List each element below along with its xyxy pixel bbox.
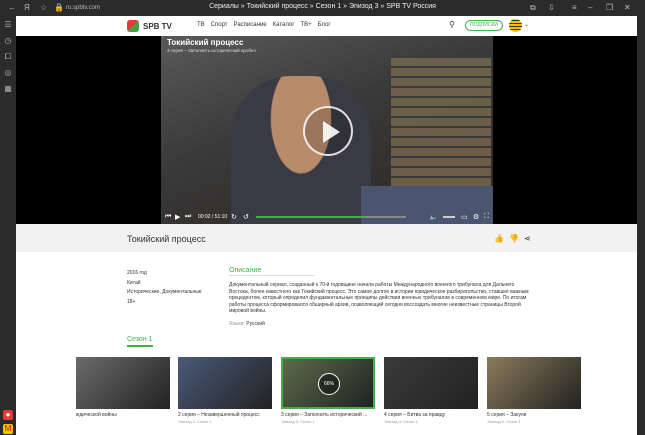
menu-icon[interactable]: ≡ [572,3,577,12]
play-icon[interactable]: ▶ [175,213,180,221]
episode-subtitle: Эпизод 4, Сезон 1 [384,419,418,424]
search-icon[interactable]: ⚲ [449,20,455,29]
language-value: Русский [246,321,265,327]
settings-icon[interactable]: ⚙ [473,213,479,221]
forward-icon[interactable]: ↺ [243,213,249,221]
browser-toolbar: ← Я ☆ 🔒 ru.spbtv.com Сериалы » Токийский… [0,0,645,16]
rewind-icon[interactable]: ⏮ [165,213,171,221]
show-title: Токийский процесс [127,234,206,244]
episode-thumbnail[interactable]: 66% [281,357,375,409]
next-icon[interactable]: ⏭ [185,213,191,221]
volume-slider[interactable] [443,216,455,218]
chevron-down-icon[interactable]: ⌄ [524,21,529,28]
action-icons: 👍 👎 ⋖ [494,234,531,243]
nav-item-blog[interactable]: Блог [318,22,331,28]
episode-title[interactable]: ждической войны [76,412,170,418]
episode-subtitle: Эпизод 5, Сезон 1 [487,419,521,424]
progress-fill [256,216,364,218]
share-icon[interactable]: ⋖ [524,234,531,243]
collections-icon[interactable]: ⧠ [3,52,13,62]
language-row: Языки: Русский [229,321,265,327]
progress-badge: 66% [318,373,340,395]
minimize-icon[interactable]: – [588,3,592,12]
volume-icon[interactable]: 🔈 [429,213,438,221]
fullscreen-icon[interactable]: ⛶ [484,213,489,221]
episode-thumbnail[interactable] [178,357,272,409]
logo-icon[interactable] [127,20,139,32]
replay-icon[interactable]: ↻ [231,213,237,221]
tab-season-1[interactable]: Сезон 1 [127,336,153,343]
bookmark-icon[interactable]: ⧉ [530,3,536,13]
subtitles-icon[interactable]: ▭ [461,213,468,221]
nav-item-sport[interactable]: Спорт [211,22,228,28]
nav-item-tvplus[interactable]: ТВ+ [300,22,311,28]
nav-item-schedule[interactable]: Расписание [234,22,267,28]
episode-card[interactable]: 4 серия – Битва за правду Эпизод 4, Сезон… [384,357,478,424]
calendar-icon[interactable]: ▦ [3,84,13,94]
main-nav: ТВ Спорт Расписание Каталог ТВ+ Блог [197,22,331,28]
page: SPB TV ТВ Спорт Расписание Каталог ТВ+ Б… [16,16,637,435]
app-icon[interactable]: ● [3,410,13,420]
player-controls: ⏮ ▶ ⏭ 00:02 / 51:10 ↻ ↺ 🔈 ▭ ⚙ ⛶ [161,211,493,223]
description-heading: Описание [229,267,262,274]
language-label: Языки: [229,321,245,327]
episode-thumbnail[interactable] [384,357,478,409]
description-text: Документальный сериал, созданный к 70-й … [229,282,529,314]
gmail-icon[interactable]: M [3,424,13,434]
subscribe-button[interactable]: ПОДПИСКИ [465,20,503,31]
episode-subtitle: Эпизод 3, Сезон 1 [281,419,315,424]
site-header: SPB TV ТВ Спорт Расписание Каталог ТВ+ Б… [16,16,637,36]
logo-text[interactable]: SPB TV [143,22,172,31]
restore-icon[interactable]: ❐ [606,3,613,12]
show-year: 2016 год [127,270,147,276]
close-icon[interactable]: ✕ [624,3,631,12]
episode-thumbnail[interactable] [487,357,581,409]
time-display: 00:02 / 51:10 [198,214,228,220]
nav-item-tv[interactable]: ТВ [197,22,205,28]
player-title: Токийский процесс [167,38,244,47]
episode-title[interactable]: 2 серия – Незавершенный процесс [178,412,272,418]
show-meta: 2016 год Китай Исторические, Документаль… [127,269,202,307]
season-tab-underline [127,345,153,347]
play-button[interactable] [303,106,353,156]
dislike-icon[interactable]: 👎 [509,234,519,243]
video-shelf-scene [391,56,491,206]
tabs-icon[interactable]: ☰ [3,20,13,30]
description-divider [229,275,314,276]
episode-card[interactable]: ждической войны [76,357,170,419]
episode-subtitle: Эпизод 2, Сезон 1 [178,419,212,424]
info-bar [16,224,637,252]
show-country: Китай [127,279,141,286]
episode-thumbnail[interactable] [76,357,170,409]
history-icon[interactable]: ◷ [3,36,13,46]
player-subtitle: 3 серия – Заполнить исторический пробел [167,48,256,53]
scrollbar[interactable] [637,16,645,435]
browser-sidebar: ☰ ◷ ⧠ ◎ ▦ ● M [0,16,16,435]
show-genres: Исторические, Документальные [127,289,202,295]
like-icon[interactable]: 👍 [494,234,504,243]
episode-title[interactable]: 3 серия – Заполнить исторический ... [281,412,375,418]
episode-card[interactable]: 5 серия – Закули Эпизод 5, Сезон 1 [487,357,581,424]
avatar[interactable] [509,19,522,32]
media-icon[interactable]: ◎ [3,68,13,78]
show-age: 18+ [127,298,136,305]
download-icon[interactable]: ⇩ [548,3,555,12]
episode-card[interactable]: 2 серия – Незавершенный процесс Эпизод 2,… [178,357,272,424]
progress-bar[interactable] [256,216,406,218]
episode-title[interactable]: 4 серия – Битва за правду [384,412,478,418]
episode-title[interactable]: 5 серия – Закули [487,412,581,418]
nav-item-catalog[interactable]: Каталог [273,22,295,28]
episode-card[interactable]: 66% 3 серия – Заполнить исторический ... Э… [281,357,375,424]
